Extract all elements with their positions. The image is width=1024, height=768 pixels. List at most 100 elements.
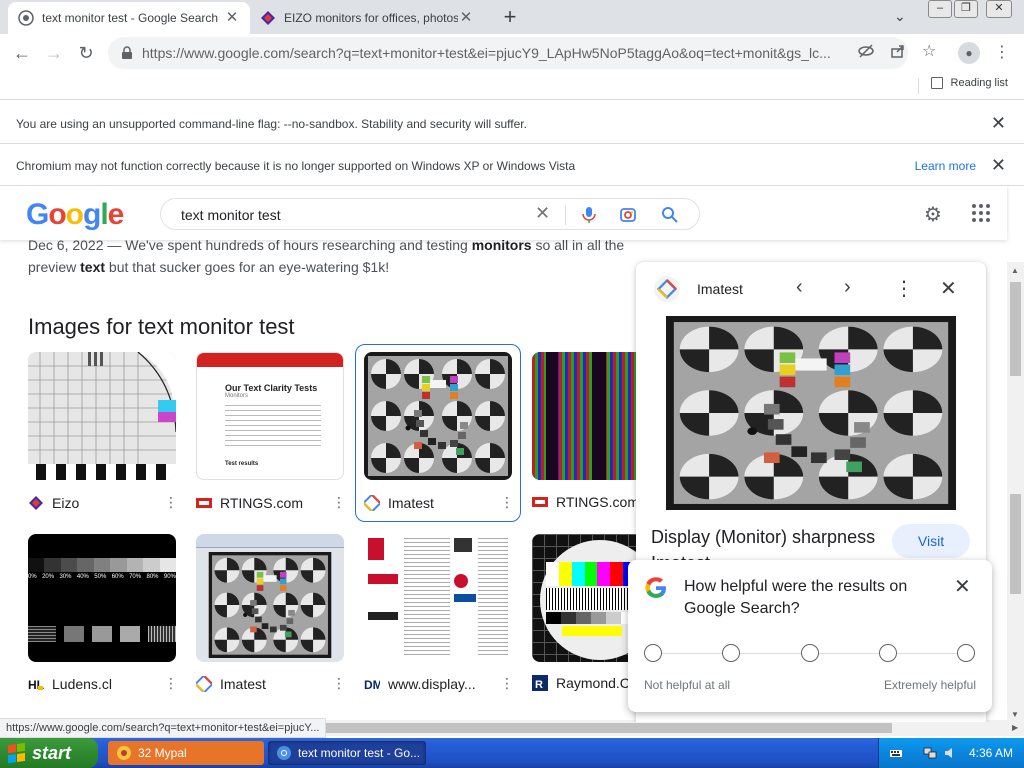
rating-option-3[interactable]	[801, 644, 819, 662]
reading-list-button[interactable]: Reading list	[930, 77, 1008, 89]
image-thumbnail-imatest[interactable]	[364, 352, 512, 480]
tab-eizo[interactable]: EIZO monitors for offices, photos & ... …	[250, 2, 484, 34]
profile-avatar-icon[interactable]: ●	[958, 42, 980, 64]
image-thumbnail-subpixel[interactable]	[532, 352, 636, 480]
divider	[565, 205, 566, 225]
minimize-button[interactable]: –	[928, 0, 952, 18]
bookmark-star-icon[interactable]: ☆	[922, 41, 936, 61]
pattern-blocks	[28, 626, 176, 642]
close-tab-icon[interactable]: ✕	[458, 10, 474, 26]
preview-image[interactable]	[666, 316, 956, 510]
close-icon[interactable]: ✕	[954, 574, 971, 599]
image-thumbnail-display[interactable]	[364, 534, 512, 662]
more-options-icon[interactable]: ⋮	[164, 675, 178, 692]
more-options-icon[interactable]: ⋮	[332, 675, 346, 692]
clock: 4:36 AM	[969, 746, 1014, 760]
google-header: Google text monitor test ✕ ⚙	[0, 186, 1007, 240]
rating-option-4[interactable]	[879, 644, 897, 662]
new-tab-button[interactable]: +	[496, 4, 524, 32]
tab-search-chevron-icon[interactable]: ⌄	[894, 8, 906, 25]
image-thumbnail-rtings[interactable]: Our Text Clarity Tests Monitors Test res…	[196, 352, 344, 480]
ludens-logo-icon: HL	[28, 678, 44, 692]
image-source-imatest[interactable]: Imatest ⋮	[364, 494, 514, 511]
reload-icon[interactable]: ↻	[74, 41, 98, 65]
high-label: Extremely helpful	[883, 678, 976, 692]
settings-gear-icon[interactable]: ⚙	[924, 202, 942, 227]
close-tab-icon[interactable]: ✕	[224, 10, 240, 26]
learn-more-link[interactable]: Learn more	[915, 159, 976, 173]
source-name: Ludens.cl	[52, 675, 112, 692]
globe-icon	[18, 10, 34, 26]
ramp-label: 30%	[59, 574, 72, 580]
previous-chevron-icon[interactable]: ‹	[796, 276, 803, 299]
browser-menu-icon[interactable]: ⋮	[994, 42, 1010, 62]
keyboard-icon[interactable]	[889, 746, 903, 760]
start-button[interactable]: start	[0, 738, 98, 768]
scroll-down-arrow-icon[interactable]: ▼	[1011, 710, 1019, 719]
tab-google-search[interactable]: text monitor test - Google Search ✕	[8, 2, 250, 34]
share-icon[interactable]	[890, 43, 906, 59]
image-source-rtings[interactable]: RTINGS.com ⋮	[196, 494, 346, 511]
more-options-icon[interactable]: ⋮	[164, 494, 178, 511]
status-url: https://www.google.com/search?q=text+mon…	[0, 718, 327, 738]
image-source-imatest-2[interactable]: Imatest ⋮	[196, 675, 346, 692]
address-bar[interactable]: https://www.google.com/search?q=text+mon…	[108, 37, 908, 69]
more-options-icon[interactable]: ⋮	[500, 494, 514, 511]
rating-option-2[interactable]	[722, 644, 740, 662]
scroll-right-arrow-icon[interactable]: ▶	[1012, 723, 1018, 732]
next-chevron-icon[interactable]: ›	[844, 276, 851, 299]
image-source-ludens[interactable]: HL Ludens.cl ⋮	[28, 675, 178, 692]
close-icon[interactable]: ✕	[991, 155, 1006, 176]
source-name: RTINGS.com	[556, 494, 636, 510]
more-options-icon[interactable]: ⋮	[332, 494, 346, 511]
window-close-button[interactable]: ✕	[986, 0, 1012, 18]
imatest-logo-icon	[196, 675, 212, 692]
image-source-rtings-2[interactable]: RTINGS.com	[532, 494, 636, 510]
close-icon[interactable]: ✕	[940, 276, 957, 301]
more-options-icon[interactable]: ⋮	[500, 675, 514, 692]
url-text: https://www.google.com/search?q=text+mon…	[142, 45, 831, 61]
rtings-banner	[197, 353, 343, 367]
close-icon[interactable]: ✕	[991, 113, 1006, 134]
ramp-label: 90%	[163, 574, 176, 580]
rating-option-5[interactable]	[957, 644, 975, 662]
back-arrow-icon[interactable]: ←	[10, 41, 34, 65]
taskbar-item-mypal[interactable]: 32 Mypal	[108, 741, 264, 765]
speaker-icon[interactable]	[943, 746, 957, 760]
image-source-raymond[interactable]: R Raymond.C	[532, 675, 636, 691]
logo-block	[368, 612, 398, 620]
scrollbar-thumb[interactable]	[1010, 494, 1021, 594]
maximize-button[interactable]: ❐	[954, 0, 978, 18]
snippet-text: but that sucker goes for an eye-watering…	[105, 259, 390, 275]
vertical-scrollbar[interactable]: ▲ ▼	[1007, 262, 1024, 722]
scrollbar-thumb[interactable]	[1010, 282, 1021, 376]
image-thumbnail-ludens[interactable]: 0% 20% 30% 40% 50% 60% 70% 80% 90%	[28, 534, 176, 662]
rating-option-1[interactable]	[644, 644, 662, 662]
forward-arrow-icon[interactable]: →	[42, 41, 66, 65]
eye-off-icon[interactable]	[858, 43, 874, 59]
scroll-up-arrow-icon[interactable]: ▲	[1011, 266, 1019, 275]
taskbar-item-chromium[interactable]: text monitor test - Go...	[268, 741, 426, 765]
source-name: Imatest	[220, 675, 266, 692]
imatest-logo-icon	[364, 494, 380, 511]
image-thumbnail-eizo[interactable]	[28, 352, 176, 480]
search-icon[interactable]	[661, 206, 679, 224]
network-icon[interactable]	[923, 746, 937, 760]
image-thumbnail-raymond[interactable]	[532, 534, 636, 662]
image-source-eizo[interactable]: Eizo ⋮	[28, 494, 178, 511]
image-thumbnail-imatest-2[interactable]	[196, 534, 344, 662]
google-logo[interactable]: Google	[26, 198, 124, 232]
preview-title-text: Display (Monitor) sharpness	[651, 527, 876, 547]
reading-list-icon	[930, 77, 943, 89]
search-input[interactable]: text monitor test ✕	[160, 198, 700, 230]
imatest-chart-pattern	[208, 552, 332, 658]
clear-search-icon[interactable]: ✕	[535, 203, 550, 224]
camera-lens-icon[interactable]	[619, 206, 637, 224]
raymond-logo-icon: R	[532, 675, 548, 691]
more-options-icon[interactable]: ⋮	[894, 276, 914, 301]
google-apps-icon[interactable]	[972, 204, 990, 222]
microphone-icon[interactable]	[581, 206, 597, 224]
gray-bars	[546, 612, 636, 624]
visit-button[interactable]: Visit	[892, 524, 970, 558]
image-source-display[interactable]: DM www.display... ⋮	[364, 675, 514, 692]
